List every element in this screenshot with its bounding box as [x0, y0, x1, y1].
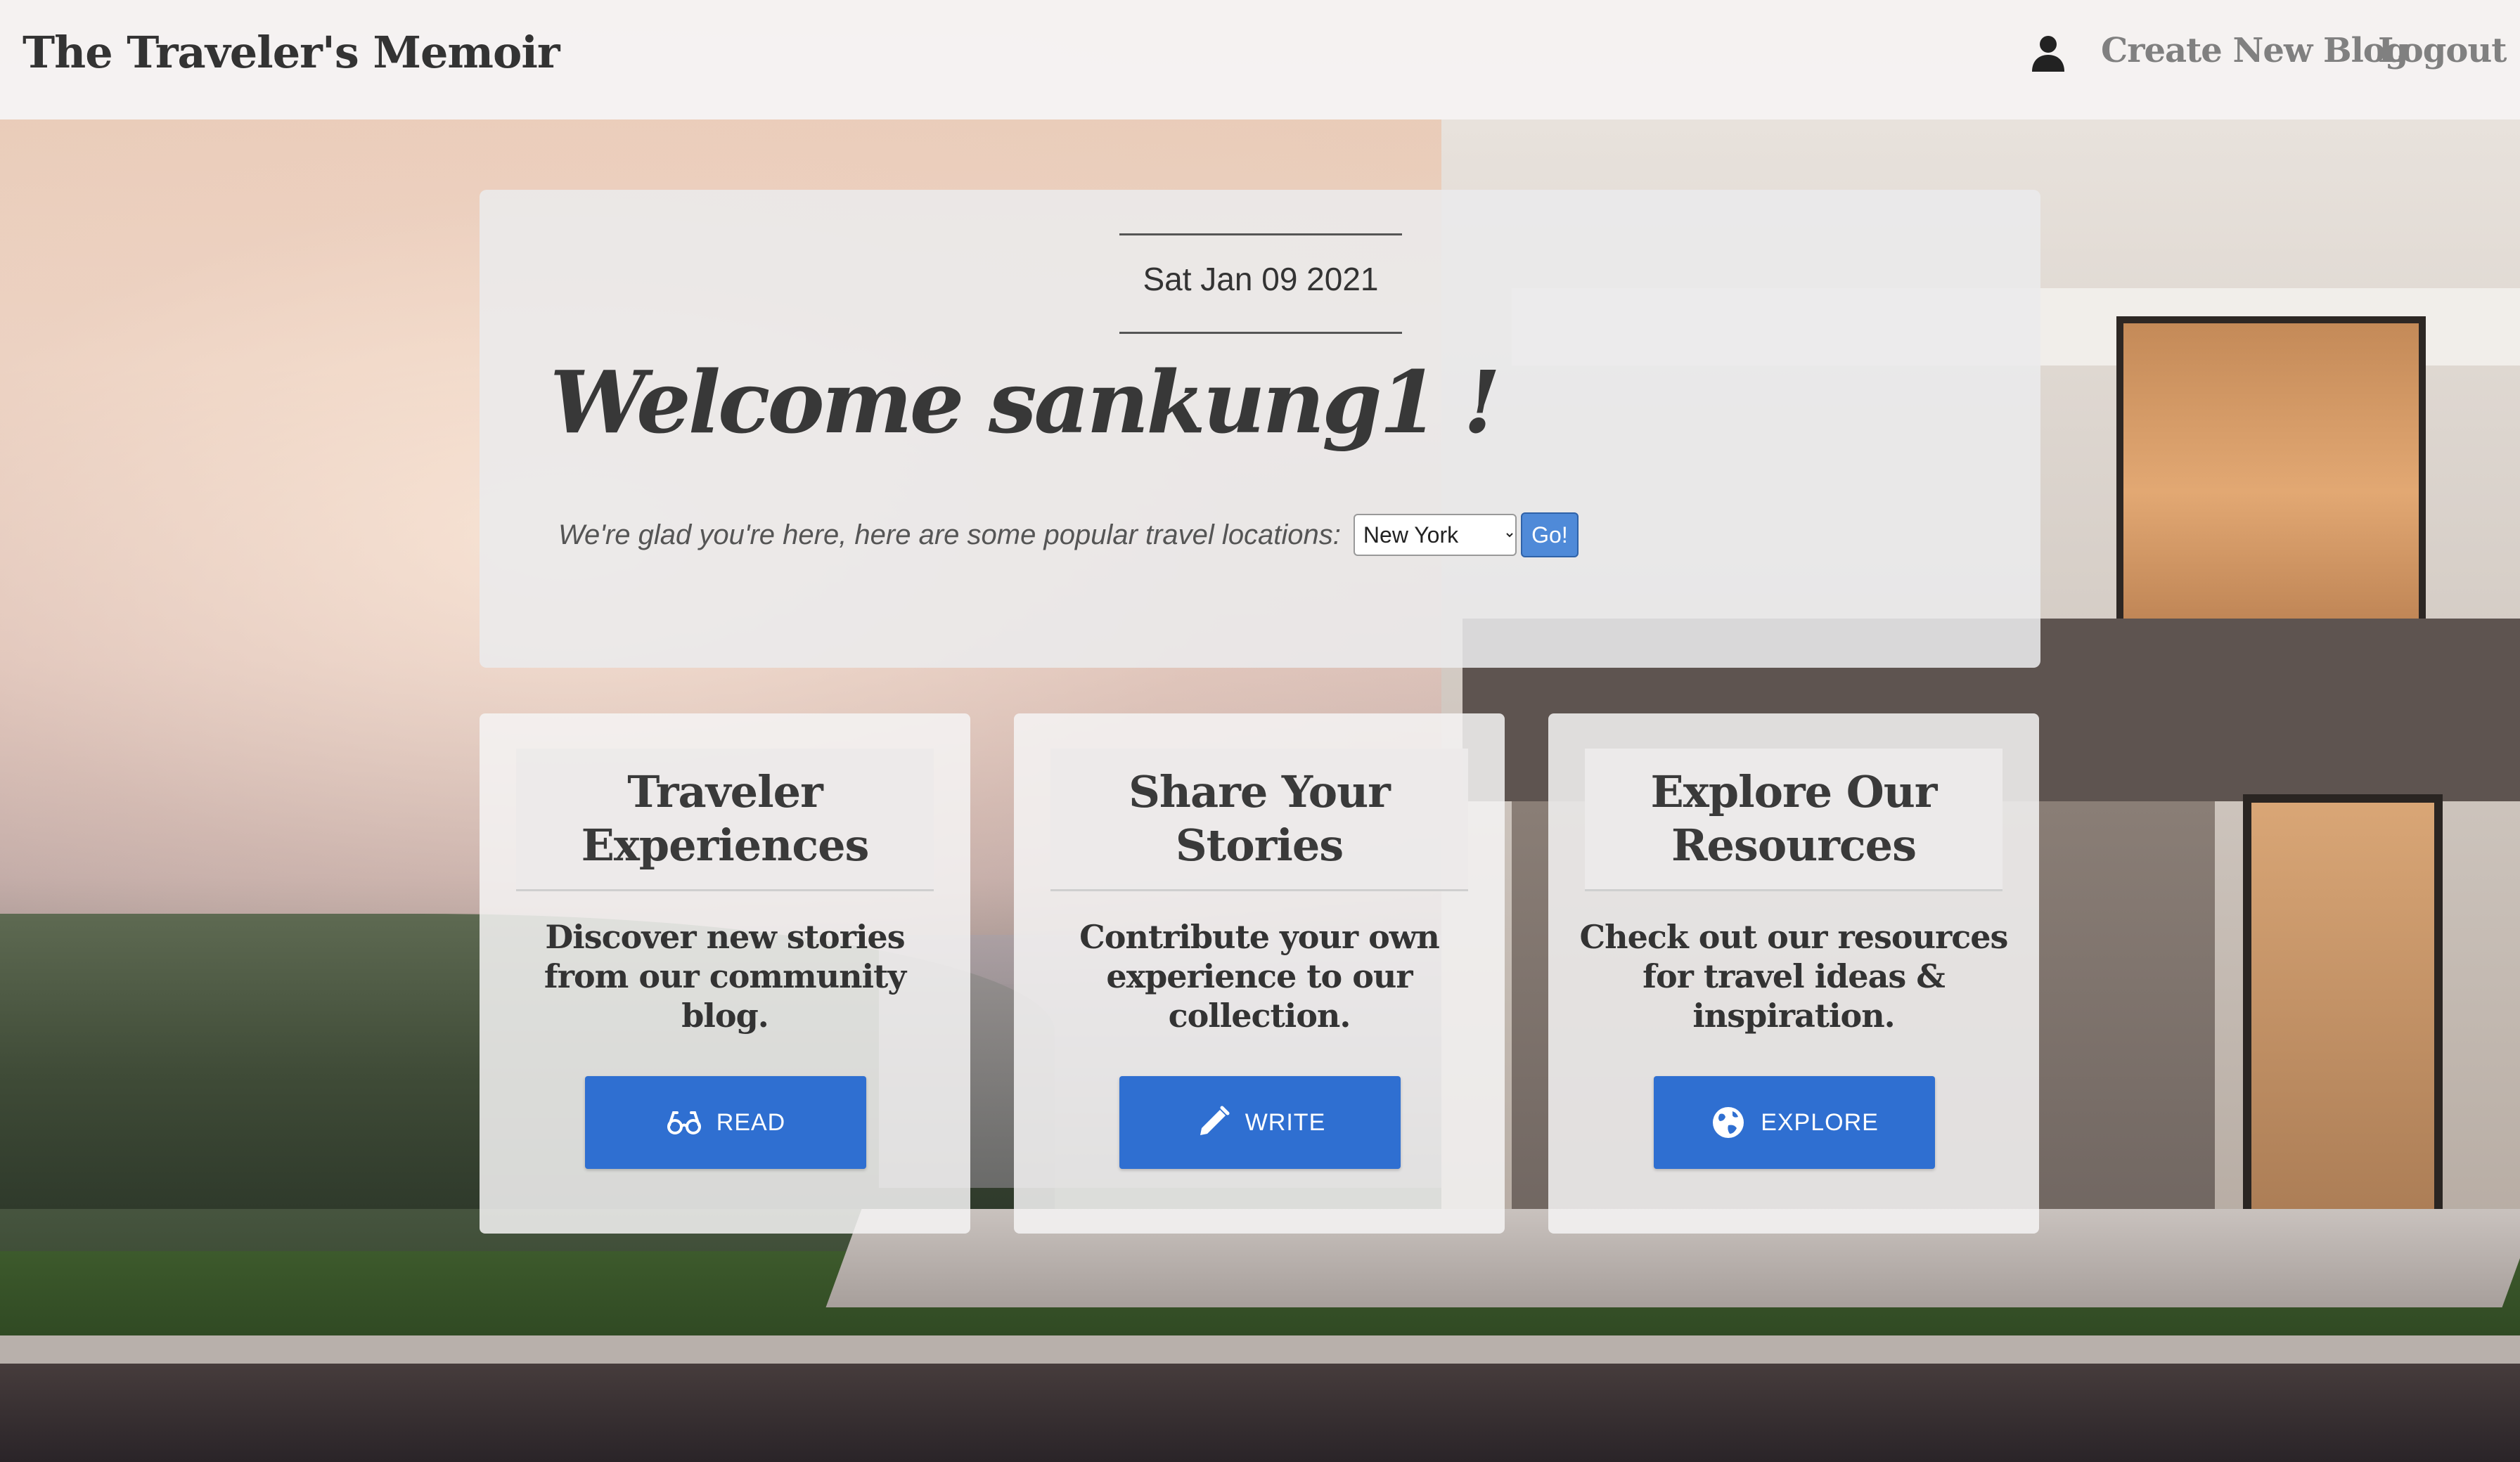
house-upper-window [2116, 316, 2426, 668]
welcome-panel: Sat Jan 09 2021 Welcome sankung1 ! We're… [480, 190, 2040, 668]
card-title: Explore Our Resources [1650, 766, 1938, 871]
card-title: Traveler Experiences [581, 766, 870, 871]
read-button[interactable]: READ [585, 1076, 866, 1169]
explore-button[interactable]: EXPLORE [1654, 1076, 1935, 1169]
pool-edge [0, 1335, 2520, 1364]
welcome-heading: Welcome sankung1 ! [550, 351, 1500, 453]
house-lower-window [2243, 794, 2443, 1247]
card-description: Contribute your own experience to our co… [1079, 918, 1440, 1035]
card-traveler-experiences: Traveler Experiences Discover new storie… [480, 713, 970, 1234]
pool [0, 1364, 2520, 1462]
go-button[interactable]: Go! [1520, 512, 1579, 557]
write-button-label: WRITE [1245, 1108, 1326, 1136]
user-icon[interactable] [2031, 35, 2066, 72]
current-date: Sat Jan 09 2021 [1143, 261, 1379, 297]
write-button[interactable]: WRITE [1119, 1076, 1401, 1169]
brand-title[interactable]: The Traveler's Memoir [22, 27, 560, 78]
location-picker-row: We're glad you're here, here are some po… [558, 512, 1579, 558]
card-share-your-stories: Share Your Stories Contribute your own e… [1014, 713, 1505, 1234]
card-title: Share Your Stories [1129, 766, 1391, 871]
card-header: Explore Our Resources [1585, 749, 2002, 891]
card-description: Check out our resources for travel ideas… [1579, 918, 2009, 1035]
card-description: Discover new stories from our community … [544, 918, 906, 1035]
welcome-subtitle: We're glad you're here, here are some po… [558, 519, 1341, 550]
globe-icon [1713, 1107, 1744, 1138]
read-button-label: READ [716, 1108, 786, 1136]
card-header: Traveler Experiences [516, 749, 934, 891]
date-divider-top [1119, 233, 1402, 235]
create-new-blog-link[interactable]: Create New Blog [2101, 31, 2408, 70]
logout-link[interactable]: Logout [2378, 31, 2507, 70]
date-divider-bottom [1119, 332, 1402, 334]
card-explore-resources: Explore Our Resources Check out our reso… [1548, 713, 2039, 1234]
glasses-icon [667, 1111, 701, 1134]
pencil-icon [1200, 1106, 1230, 1135]
location-select[interactable]: New York [1353, 514, 1517, 556]
explore-button-label: EXPLORE [1761, 1108, 1879, 1136]
card-header: Share Your Stories [1050, 749, 1468, 891]
navbar: The Traveler's Memoir Create New Blog Lo… [0, 0, 2520, 119]
